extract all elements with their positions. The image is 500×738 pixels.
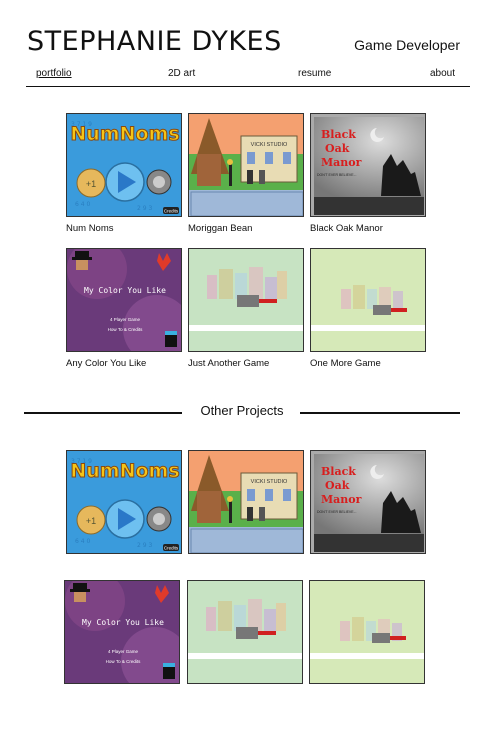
num-noms-thumbnail: 3 7 1 95 2 8 6 4 02 9 3 NumNoms +1 Credi…	[66, 450, 182, 554]
portfolio-card-moriggan-bean[interactable]: VICKI STUDIO Moriggan Bean	[188, 113, 304, 234]
card-title: Black Oak Manor	[310, 223, 383, 234]
black-oak-manor-thumbnail: Black Oak Manor DON'T EVER BELIEVE...	[310, 113, 426, 217]
svg-text:VICKI STUDIO: VICKI STUDIO	[251, 479, 288, 485]
svg-text:2 9 3: 2 9 3	[137, 205, 152, 212]
svg-text:Black: Black	[321, 465, 356, 478]
svg-text:Credits: Credits	[164, 209, 179, 214]
black-oak-manor-thumbnail: Black Oak Manor DON'T EVER BELIEVE...	[310, 450, 426, 554]
svg-text:DON'T EVER BELIEVE...: DON'T EVER BELIEVE...	[317, 173, 357, 177]
svg-text:4 Player Game: 4 Player Game	[110, 317, 141, 322]
svg-text:Black: Black	[321, 128, 356, 141]
num-noms-thumbnail: 3 7 1 95 2 8 6 4 02 9 3 NumNoms +1 Credi…	[66, 113, 182, 217]
just-another-game-thumbnail	[187, 580, 303, 684]
other-project-card[interactable]: Black Oak Manor DON'T EVER BELIEVE...	[310, 450, 426, 554]
one-more-game-thumbnail	[310, 248, 426, 352]
main-nav: portfolio 2D art resume about	[26, 68, 470, 87]
svg-text:How To & Credits: How To & Credits	[106, 659, 141, 664]
svg-text:Oak: Oak	[325, 142, 350, 155]
svg-text:VICKI STUDIO: VICKI STUDIO	[251, 142, 288, 148]
other-project-card[interactable]: VICKI STUDIO	[188, 450, 304, 554]
card-title: Any Color You Like	[66, 358, 147, 369]
svg-text:6 4 0: 6 4 0	[75, 201, 90, 208]
nav-resume[interactable]: resume	[298, 68, 331, 79]
card-title: Moriggan Bean	[188, 223, 253, 234]
other-project-card[interactable]	[309, 580, 425, 684]
site-name: STEPHANIE DYKES	[27, 26, 282, 57]
other-projects-divider: Other Projects	[24, 403, 460, 421]
svg-text:4 Player Game: 4 Player Game	[108, 649, 139, 654]
card-title: Num Noms	[66, 223, 114, 234]
card-title: Just Another Game	[188, 358, 270, 369]
nav-about[interactable]: about	[430, 68, 455, 79]
svg-text:How To & Credits: How To & Credits	[108, 327, 143, 332]
svg-text:Manor: Manor	[321, 493, 362, 506]
portfolio-card-any-color-you-like[interactable]: My Color You Like 4 Player Game How To &…	[66, 248, 182, 369]
other-project-card[interactable]	[187, 580, 303, 684]
svg-text:Oak: Oak	[325, 479, 350, 492]
moriggan-bean-thumbnail: VICKI STUDIO	[188, 113, 304, 217]
site-role: Game Developer	[354, 37, 460, 53]
svg-text:2 9 3: 2 9 3	[137, 542, 152, 549]
one-more-game-thumbnail	[309, 580, 425, 684]
portfolio-card-just-another-game[interactable]: Just Another Game	[188, 248, 304, 369]
any-color-you-like-thumbnail: My Color You Like 4 Player Game How To &…	[64, 580, 180, 684]
other-project-card[interactable]: 3 7 1 95 2 8 6 4 02 9 3 NumNoms +1 Credi…	[66, 450, 182, 554]
svg-text:+1: +1	[86, 179, 96, 189]
portfolio-card-black-oak-manor[interactable]: Black Oak Manor DON'T EVER BELIEVE... Bl…	[310, 113, 426, 234]
svg-text:NumNoms: NumNoms	[70, 123, 179, 145]
svg-text:+1: +1	[86, 516, 96, 526]
moriggan-bean-thumbnail: VICKI STUDIO	[188, 450, 304, 554]
just-another-game-thumbnail	[188, 248, 304, 352]
svg-text:My Color You Like: My Color You Like	[82, 618, 164, 627]
nav-portfolio[interactable]: portfolio	[36, 68, 72, 79]
other-projects-heading: Other Projects	[200, 403, 284, 418]
portfolio-card-num-noms[interactable]: 3 7 1 95 2 8 6 4 02 9 3 NumNoms +1 Credi…	[66, 113, 182, 234]
svg-text:DON'T EVER BELIEVE...: DON'T EVER BELIEVE...	[317, 510, 357, 514]
divider-line-right	[300, 412, 460, 414]
svg-text:Manor: Manor	[321, 156, 362, 169]
svg-text:6 4 0: 6 4 0	[75, 538, 90, 545]
portfolio-card-one-more-game[interactable]: One More Game	[310, 248, 426, 369]
svg-text:Credits: Credits	[164, 546, 179, 551]
svg-text:My Color You Like: My Color You Like	[84, 286, 166, 295]
nav-2d-art[interactable]: 2D art	[168, 68, 195, 79]
card-title: One More Game	[310, 358, 381, 369]
svg-text:NumNoms: NumNoms	[70, 460, 179, 482]
any-color-you-like-thumbnail: My Color You Like 4 Player Game How To &…	[66, 248, 182, 352]
other-project-card[interactable]: My Color You Like 4 Player Game How To &…	[64, 580, 180, 684]
